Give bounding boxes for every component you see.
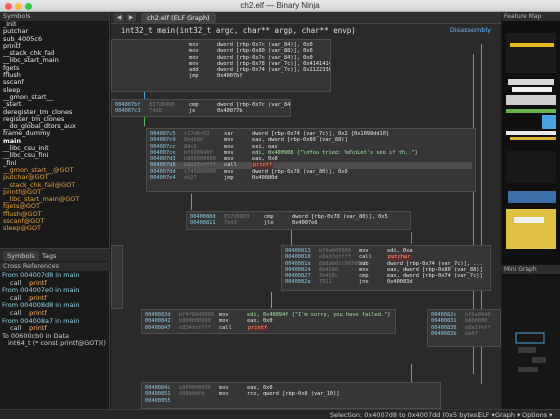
mini-graph-canvas[interactable] xyxy=(502,275,560,409)
instruction-mnemonic: jmp xyxy=(189,73,199,80)
instruction-bytes xyxy=(179,398,219,404)
back-button[interactable]: ◀ xyxy=(114,13,124,22)
instruction-mnemonic: je xyxy=(189,108,196,115)
instruction-operands[interactable]: printf xyxy=(247,324,269,331)
cross-references-header: Cross References xyxy=(0,262,110,271)
block-rows: 0040080d 837d8803 cmp dword [rbp-0x78 (var_… xyxy=(190,214,407,227)
status-bar: Selection: 0x4007d8 to 0x4007dd (0x5 byt… xyxy=(0,409,560,419)
block-rows: 0040083d bf4f0940000 mov edi, 0x40094f {"I'… xyxy=(145,312,392,331)
instruction-bytes xyxy=(149,73,189,79)
xref-target[interactable]: printf xyxy=(29,309,47,317)
instruction-address: 00400855 xyxy=(145,397,171,404)
block-rows: 0040084c b800000000 mov eax, 0x0 00400851 488… xyxy=(145,385,437,404)
edge-line xyxy=(411,364,412,382)
symbols-sidebar: Symbols _init putchar sub_4005c6 printf __st… xyxy=(0,12,110,419)
block-rows: 0x1 xyxy=(115,248,119,254)
instruction-row[interactable]: 00400855 xyxy=(145,398,437,404)
edge-line xyxy=(144,92,145,99)
basic-block[interactable]: 0040080d 837d8803 cmp dword [rbp-0x78 (var_… xyxy=(186,211,411,230)
symbol-item[interactable]: __libc_csu_fini xyxy=(3,152,109,160)
forward-button[interactable]: ▶ xyxy=(126,13,136,22)
function-signature: int32_t main(int32_t argc, char** argp, … xyxy=(111,24,501,37)
instruction-bytes: e834feffff xyxy=(179,324,211,331)
feature-map-canvas[interactable] xyxy=(502,21,560,265)
instruction-address: 004007e4 xyxy=(150,175,176,182)
block-rows: 0040082c bf6e0940 00400831 b800000 00400836 e… xyxy=(431,312,497,337)
graph-canvas[interactable]: int32_t main(int32_t argc, char** argp, … xyxy=(111,24,501,409)
instruction-row[interactable]: jmp 0x4007bf xyxy=(115,73,327,79)
block-rows: 00400813 bf0a000000 mov edi, 0xa 00400818 e8a… xyxy=(285,248,487,286)
xref-call: call xyxy=(10,308,22,317)
edge-line xyxy=(411,232,412,244)
mini-graph-header: Mini Graph xyxy=(502,265,560,274)
symbol-item[interactable]: sleep@GOT xyxy=(3,225,109,233)
instruction-address: 0040082a xyxy=(285,279,311,286)
instruction-operands[interactable]: rcx, qword [rbp-0x8 (var_10)] xyxy=(247,391,339,397)
instruction-row[interactable]: 00400811 7ed3 jle 0x4007e6 xyxy=(190,220,407,226)
instruction-operands[interactable]: 0x40083d xyxy=(387,279,413,285)
selection-status: Selection: 0x4007d8 to 0x4007dd (0x5 byt… xyxy=(330,411,480,419)
instruction-address: 004007c3 xyxy=(115,108,141,115)
block-rows: 004007c5 c17d8c02 sar dword [rbp-0x74 (var_… xyxy=(150,131,472,181)
basic-block[interactable]: 0040084c b800000000 mov eax, 0x0 00400851 488… xyxy=(141,382,441,409)
instruction-mnemonic: jne xyxy=(359,279,369,286)
tab-tags[interactable]: Tags xyxy=(38,251,60,261)
instruction-row[interactable]: 0040083b eb0f xyxy=(431,331,497,337)
instruction-bytes: 7511 xyxy=(319,279,332,286)
sidebar-tabs: Symbols Tags xyxy=(0,248,110,261)
options-menu[interactable]: Options ▾ xyxy=(522,410,552,419)
instruction-address xyxy=(115,248,122,254)
title-bar: ch2.elf — Binary Ninja xyxy=(0,0,560,12)
instruction-address: 0040083b xyxy=(431,330,457,337)
instruction-row[interactable]: 004007e4 eb27 jmp 0x40080d xyxy=(150,175,472,181)
view-mode-label[interactable]: Disassembly xyxy=(450,24,491,37)
tab-file-graph[interactable]: ch2.elf (ELF Graph) xyxy=(141,13,216,23)
xref-data-line: int64_t (* const printf@GOT)() xyxy=(8,339,106,348)
block-rows: 004007bf 837d8400 cmp dword [rbp-0x7c (var_… xyxy=(115,102,290,115)
instruction-operands[interactable]: 0x40080d xyxy=(252,175,278,181)
elf-menu[interactable]: ELF ▾ xyxy=(478,410,495,419)
window-title: ch2.elf — Binary Ninja xyxy=(240,1,320,10)
basic-block[interactable]: mov dword [rbp-0x7c (var_84)], 0x0 mov dwor… xyxy=(111,39,331,92)
edge-line xyxy=(191,194,192,210)
instruction-operands[interactable]: 0x40077b xyxy=(217,108,243,114)
instruction-operands[interactable]: 0x4007e6 xyxy=(292,220,318,226)
feature-map-header: Feature Map xyxy=(502,12,560,21)
instruction-mnemonic: call xyxy=(219,324,232,331)
file-tab-label: ch2.elf (ELF Graph) xyxy=(147,14,210,22)
feature-map-panel: Feature Map Mini Graph xyxy=(502,12,560,409)
basic-block[interactable]: 00400813 bf0a000000 mov edi, 0xa 00400818 e8a… xyxy=(281,245,491,291)
xref-call: call xyxy=(10,324,22,333)
instruction-address: 00400847 xyxy=(145,324,171,331)
instruction-bytes: eb0f xyxy=(465,330,478,337)
instruction-row[interactable]: 0040082a 7511 jne 0x40083d xyxy=(285,279,487,285)
instruction-bytes: 7ed3 xyxy=(224,220,237,227)
symbols-list[interactable]: _init putchar sub_4005c6 printf __stack_chk_… xyxy=(0,20,109,233)
tab-bar: ◀ ▶ ch2.elf (ELF Graph) xyxy=(111,12,501,24)
basic-block[interactable]: 0040083d bf4f0940000 mov edi, 0x40094f {"I'… xyxy=(141,309,396,334)
xref-target[interactable]: printf xyxy=(29,324,47,332)
cross-references-list[interactable]: From 004007d8 in main call printf From 0040… xyxy=(2,271,110,348)
block-rows: mov dword [rbp-0x7c (var_84)], 0x0 mov dwor… xyxy=(115,42,330,80)
basic-block[interactable]: 0040082c bf6e0940 00400831 b800000 00400836 e… xyxy=(427,309,501,347)
instruction-bytes: eb27 xyxy=(184,175,197,182)
instruction-bytes: 74d6 xyxy=(149,108,162,115)
instruction-mnemonic: jmp xyxy=(224,175,234,182)
basic-block[interactable]: 004007bf 837d8400 cmp dword [rbp-0x7c (var_… xyxy=(111,99,291,117)
instruction-mnemonic: jle xyxy=(264,220,274,227)
instruction-row[interactable]: 0x1 xyxy=(115,248,119,254)
edge-line xyxy=(271,292,272,308)
instruction-operands[interactable]: 0x4007bf xyxy=(217,73,243,79)
instruction-row[interactable]: 00400847 e834feffff call printf xyxy=(145,324,392,331)
instruction-address xyxy=(115,73,149,79)
graph-view-menu[interactable]: Graph ▾ xyxy=(495,410,520,419)
basic-block[interactable]: 004007c5 c17d8c02 sar dword [rbp-0x74 (var_… xyxy=(146,128,476,192)
instruction-address: 00400811 xyxy=(190,220,216,227)
instruction-mnemonic xyxy=(219,398,247,404)
basic-block[interactable]: 0x1 xyxy=(111,245,123,309)
signature-text: int32_t main(int32_t argc, char** argp, … xyxy=(121,26,356,35)
instruction-row[interactable]: 004007c3 74d6 je 0x40077b xyxy=(115,108,287,114)
tab-symbols[interactable]: Symbols xyxy=(3,251,39,261)
